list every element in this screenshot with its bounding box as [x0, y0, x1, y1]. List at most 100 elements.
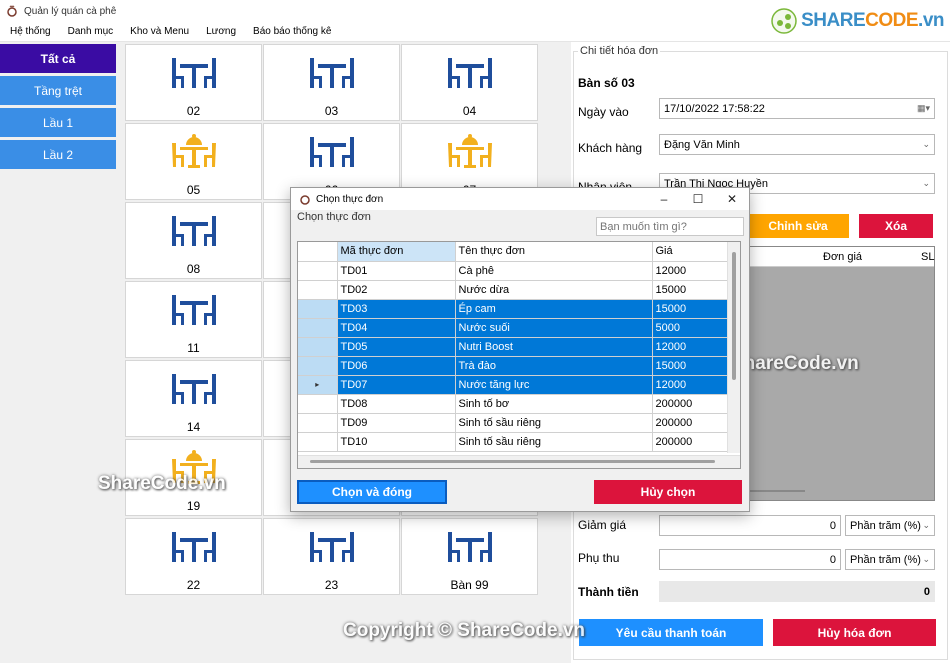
sidebar-item-4[interactable]: Lầu 2	[0, 140, 116, 169]
table-card[interactable]: 05	[125, 123, 262, 200]
cancel-bill-button[interactable]: Hủy hóa đơn	[773, 619, 936, 646]
row-header[interactable]	[298, 280, 338, 300]
col-menu-name[interactable]: Tên thực đơn	[455, 242, 653, 262]
minimize-icon[interactable]: –	[647, 188, 681, 210]
empty-table-icon	[172, 58, 216, 88]
menu-name-cell: Nước tăng lực	[455, 375, 653, 395]
menu-row[interactable]: ▸ TD07 Nước tăng lực 12000	[298, 375, 729, 395]
maximize-icon[interactable]: ☐	[681, 188, 715, 210]
menu-row[interactable]: TD05 Nutri Boost 12000	[298, 337, 729, 357]
menu-row[interactable]: TD06 Trà đào 15000	[298, 356, 729, 376]
table-card[interactable]: 22	[125, 518, 262, 595]
menu-code-cell: TD07	[337, 375, 456, 395]
scroll-thumb[interactable]	[310, 460, 715, 463]
discount-unit-select[interactable]: Phần trăm (%) ⌄	[845, 515, 935, 536]
menu-price-cell: 5000	[652, 318, 729, 338]
table-card[interactable]: 08	[125, 202, 262, 279]
row-header[interactable]	[298, 413, 338, 433]
empty-table-icon	[172, 374, 216, 404]
dialog-group-label: Chọn thực đơn	[297, 211, 371, 223]
app-icon	[300, 195, 310, 205]
menu-name-cell: Nước suối	[455, 318, 653, 338]
chevron-down-icon: ⌄	[922, 554, 930, 564]
row-header[interactable]	[298, 337, 338, 357]
row-header[interactable]	[298, 356, 338, 376]
table-card[interactable]: 04	[401, 44, 538, 121]
table-card[interactable]: Bàn 99	[401, 518, 538, 595]
menu-danh-muc[interactable]: Danh mục	[58, 26, 121, 37]
menu-code-cell: TD05	[337, 337, 456, 357]
table-number: 22	[186, 578, 201, 592]
row-header[interactable]	[298, 394, 338, 414]
calendar-dropdown-icon[interactable]: ▦▾	[917, 103, 930, 114]
menu-name-cell: Sinh tố sầu riêng	[455, 432, 653, 452]
sidebar-item-2[interactable]: Tầng trệt	[0, 76, 116, 105]
row-header[interactable]	[298, 299, 338, 319]
row-header[interactable]: ▸	[298, 375, 338, 395]
menu-name-cell: Ép cam	[455, 299, 653, 319]
col-unit-price: Đơn giá	[823, 251, 863, 263]
table-number: 08	[186, 262, 201, 276]
cancel-selection-button[interactable]: Hủy chọn	[594, 480, 742, 504]
col-menu-code[interactable]: Mã thực đơn	[337, 242, 456, 262]
row-header[interactable]	[298, 318, 338, 338]
total-value-box: 0	[659, 581, 935, 602]
menu-code-cell: TD03	[337, 299, 456, 319]
menu-code-cell: TD06	[337, 356, 456, 376]
select-and-close-button[interactable]: Chọn và đóng	[297, 480, 447, 504]
menu-luong[interactable]: Lương	[196, 26, 243, 37]
col-price[interactable]: Giá	[652, 242, 729, 262]
menu-row[interactable]: TD09 Sinh tố sầu riêng 200000	[298, 413, 729, 433]
sidebar-item-1[interactable]: Tất cả	[0, 44, 116, 73]
menu-row[interactable]: TD04 Nước suối 5000	[298, 318, 729, 338]
discount-input[interactable]: 0	[659, 515, 841, 536]
menu-row[interactable]: TD03 Ép cam 15000	[298, 299, 729, 319]
table-card[interactable]: 11	[125, 281, 262, 358]
floor-sidebar: Tất cả Tầng trệt Lầu 1 Lầu 2	[0, 44, 116, 172]
customer-label: Khách hàng	[578, 141, 643, 155]
menu-data-grid[interactable]: Mã thực đơn Tên thực đơn Giá TD01 Cà phê 1…	[297, 241, 741, 469]
menu-bao-cao[interactable]: Báo báo thống kê	[243, 26, 338, 37]
surcharge-unit-select[interactable]: Phần trăm (%) ⌄	[845, 549, 935, 570]
table-card[interactable]: 23	[263, 518, 400, 595]
menu-code-cell: TD09	[337, 413, 456, 433]
grid-vertical-scrollbar[interactable]	[727, 242, 740, 453]
sidebar-item-3[interactable]: Lầu 1	[0, 108, 116, 137]
close-icon[interactable]: ✕	[715, 188, 749, 210]
menu-he-thong[interactable]: Hệ thống	[0, 26, 58, 37]
edit-button[interactable]: Chỉnh sửa	[747, 214, 849, 238]
watermark-1: ShareCode.vn	[731, 353, 859, 374]
menu-row[interactable]: TD08 Sinh tố bơ 200000	[298, 394, 729, 414]
table-card[interactable]: 03	[263, 44, 400, 121]
delete-button[interactable]: Xóa	[859, 214, 933, 238]
menu-name-cell: Sinh tố bơ	[455, 394, 653, 414]
table-card[interactable]: 14	[125, 360, 262, 437]
grid-horizontal-scrollbar[interactable]	[298, 455, 740, 468]
menu-row[interactable]: TD02 Nước dừa 15000	[298, 280, 729, 300]
menu-code-cell: TD04	[337, 318, 456, 338]
menu-row[interactable]: TD01 Cà phê 12000	[298, 261, 729, 281]
col-quantity: SL	[921, 251, 935, 263]
chevron-down-icon: ⌄	[922, 520, 930, 530]
menu-search-input[interactable]	[596, 217, 744, 236]
customer-select[interactable]: Đặng Văn Minh ⌄	[659, 134, 935, 155]
row-header-corner	[298, 242, 338, 262]
surcharge-input[interactable]: 0	[659, 549, 841, 570]
total-label: Thành tiền	[578, 585, 639, 599]
row-header[interactable]	[298, 432, 338, 452]
request-payment-button[interactable]: Yêu cầu thanh toán	[579, 619, 763, 646]
customer-value: Đặng Văn Minh	[664, 138, 740, 151]
date-picker[interactable]: 17/10/2022 17:58:22 ▦▾	[659, 98, 935, 119]
occupied-table-icon	[172, 134, 216, 168]
logo-text-3: .vn	[918, 10, 944, 31]
menu-grid-header: Mã thực đơn Tên thực đơn Giá	[298, 242, 729, 262]
menu-price-cell: 12000	[652, 375, 729, 395]
menu-row[interactable]: TD10 Sinh tố sầu riêng 200000	[298, 432, 729, 452]
scroll-thumb[interactable]	[732, 252, 736, 380]
menu-kho-va-menu[interactable]: Kho và Menu	[120, 26, 196, 37]
menu-code-cell: TD10	[337, 432, 456, 452]
row-header[interactable]	[298, 261, 338, 281]
empty-table-icon	[310, 532, 354, 562]
date-value: 17/10/2022 17:58:22	[664, 102, 765, 115]
table-card[interactable]: 02	[125, 44, 262, 121]
